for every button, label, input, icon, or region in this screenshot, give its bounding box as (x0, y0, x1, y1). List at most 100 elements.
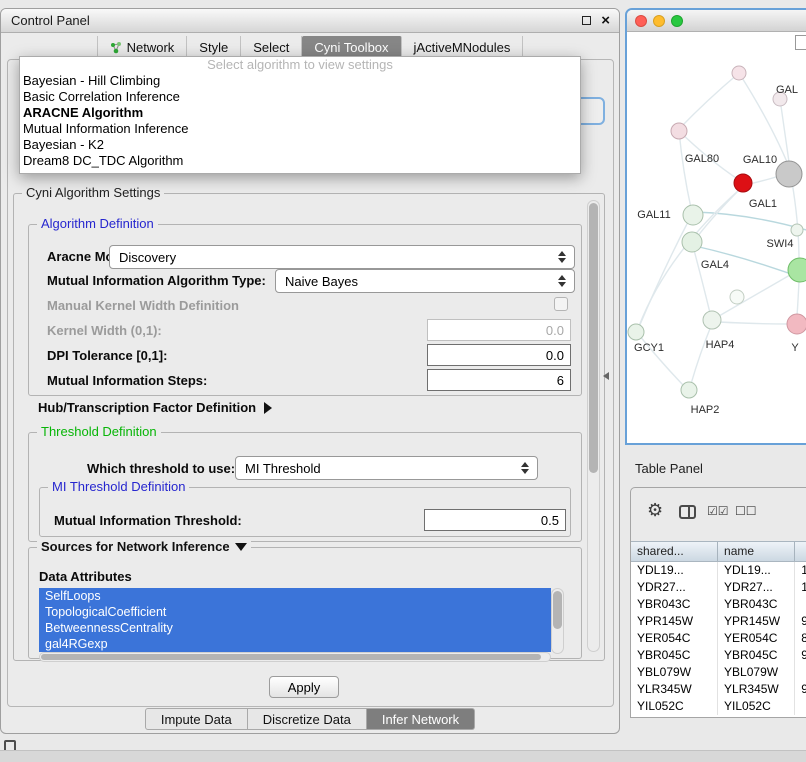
network-node[interactable] (732, 66, 746, 80)
hub-section-header[interactable]: Hub/Transcription Factor Definition (38, 400, 272, 415)
table-cell[interactable]: YLR345W (718, 681, 795, 698)
tab-impute-data[interactable]: Impute Data (145, 708, 248, 730)
attribute-item-selected[interactable]: BetweennessCentrality (39, 620, 551, 636)
float-window-icon[interactable] (582, 16, 591, 25)
settings-scrollbar-thumb[interactable] (589, 203, 598, 473)
table-cell[interactable] (795, 698, 806, 715)
column-header[interactable] (795, 542, 806, 561)
column-header[interactable]: name (718, 542, 795, 561)
panel-collapse-arrow-icon[interactable] (603, 372, 609, 380)
table-cell[interactable]: YBR043C (631, 596, 718, 613)
deselect-all-columns-icon[interactable]: ☐☐ (735, 504, 757, 518)
attribute-item-selected[interactable]: TopologicalCoefficient (39, 604, 551, 620)
table-cell[interactable]: YIL052C (631, 698, 718, 715)
algorithm-definition-title: Algorithm Definition (37, 216, 158, 231)
network-node[interactable] (787, 314, 806, 334)
network-node[interactable] (734, 174, 752, 192)
table-cell[interactable]: YBL079W (631, 664, 718, 681)
dpi-tolerance-field[interactable]: 0.0 (427, 344, 571, 366)
table-cell[interactable]: YBR043C (718, 596, 795, 613)
table-row[interactable]: YDR27... YDR27... 12 (631, 579, 806, 596)
table-row[interactable]: YDL19... YDL19... 13 (631, 562, 806, 579)
dpi-tolerance-value: 0.0 (546, 348, 564, 363)
zoom-traffic-light[interactable] (671, 15, 683, 27)
table-cell[interactable]: 9. (795, 647, 806, 664)
network-node[interactable] (788, 258, 806, 282)
column-layout-icon[interactable] (679, 505, 696, 519)
table-cell[interactable]: 12 (795, 579, 806, 596)
kernel-width-field[interactable]: 0.0 (427, 319, 571, 341)
table-cell[interactable]: YER054C (718, 630, 795, 647)
table-cell[interactable]: YBR045C (718, 647, 795, 664)
apply-button[interactable]: Apply (269, 676, 339, 698)
network-node[interactable] (628, 324, 644, 340)
attributes-vscrollbar-thumb[interactable] (553, 591, 562, 629)
close-traffic-light[interactable] (635, 15, 647, 27)
attributes-vscrollbar[interactable] (551, 588, 564, 654)
table-cell[interactable]: 9. (795, 681, 806, 698)
table-cell[interactable]: 13 (795, 562, 806, 579)
gear-icon[interactable]: ⚙ (647, 500, 663, 521)
table-cell[interactable] (795, 596, 806, 613)
table-cell[interactable]: YBL079W (718, 664, 795, 681)
table-row[interactable]: YLR345W YLR345W 9. (631, 681, 806, 698)
mi-threshold-label: Mutual Information Threshold: (54, 513, 242, 528)
manual-kernel-width-checkbox[interactable] (554, 297, 568, 311)
table-cell[interactable]: YBR045C (631, 647, 718, 664)
table-cell[interactable]: YDL19... (631, 562, 718, 579)
table-cell[interactable]: YLR345W (631, 681, 718, 698)
tab-discretize-data[interactable]: Discretize Data (248, 708, 367, 730)
table-cell[interactable]: YIL052C (718, 698, 795, 715)
network-node[interactable] (730, 290, 744, 304)
which-threshold-combo[interactable]: MI Threshold (235, 456, 538, 480)
network-node[interactable] (683, 205, 703, 225)
minimize-traffic-light[interactable] (653, 15, 665, 27)
hub-section-label: Hub/Transcription Factor Definition (38, 400, 256, 415)
table-row[interactable]: YBL079W YBL079W (631, 664, 806, 681)
table-row[interactable]: YBR043C YBR043C (631, 596, 806, 613)
control-panel-titlebar[interactable]: Control Panel × (1, 9, 619, 33)
table-cell[interactable] (795, 664, 806, 681)
tab-infer-network[interactable]: Infer Network (367, 708, 475, 730)
table-row[interactable]: YPR145W YPR145W 9. (631, 613, 806, 630)
mi-steps-field[interactable]: 6 (427, 369, 571, 391)
network-node[interactable] (776, 161, 802, 187)
attributes-hscrollbar[interactable] (39, 652, 551, 662)
dropdown-item[interactable]: Basic Correlation Inference (20, 89, 580, 105)
table-cell[interactable]: YDL19... (718, 562, 795, 579)
dropdown-item-selected[interactable]: ARACNE Algorithm (20, 105, 580, 121)
column-header[interactable]: shared... (631, 542, 718, 561)
table-cell[interactable]: 8. (795, 630, 806, 647)
tab-label: jActiveMNodules (414, 40, 511, 55)
close-window-icon[interactable]: × (601, 12, 610, 29)
attributes-hscrollbar-thumb[interactable] (41, 654, 541, 660)
network-node[interactable] (681, 382, 697, 398)
table-cell[interactable]: YPR145W (631, 613, 718, 630)
network-window-titlebar[interactable] (627, 10, 806, 32)
aracne-mode-combo[interactable]: Discovery (109, 245, 575, 269)
dropdown-item[interactable]: Dream8 DC_TDC Algorithm (20, 153, 580, 169)
table-cell[interactable]: YDR27... (718, 579, 795, 596)
select-all-columns-icon[interactable]: ☑☑ (707, 504, 729, 518)
network-canvas[interactable]: GAL GAL80 GAL10 GAL1 GAL11 SWI4 GAL4 GCY… (627, 32, 806, 445)
mi-algorithm-type-combo[interactable]: Naive Bayes (275, 269, 575, 293)
table-row[interactable]: YIL052C YIL052C (631, 698, 806, 715)
table-cell[interactable]: 9. (795, 613, 806, 630)
attribute-item-selected[interactable]: SelfLoops (39, 588, 551, 604)
settings-scrollbar[interactable] (587, 200, 600, 652)
sources-header[interactable]: Sources for Network Inference (37, 539, 251, 554)
attribute-item-selected[interactable]: gal4RGexp (39, 636, 551, 652)
network-node[interactable] (791, 224, 803, 236)
table-row[interactable]: YBR045C YBR045C 9. (631, 647, 806, 664)
table-cell[interactable]: YER054C (631, 630, 718, 647)
mi-threshold-field[interactable]: 0.5 (424, 509, 566, 531)
network-node[interactable] (671, 123, 687, 139)
network-node[interactable] (682, 232, 702, 252)
dropdown-item[interactable]: Bayesian - Hill Climbing (20, 73, 580, 89)
table-cell[interactable]: YDR27... (631, 579, 718, 596)
table-cell[interactable]: YPR145W (718, 613, 795, 630)
network-node[interactable] (703, 311, 721, 329)
dropdown-item[interactable]: Mutual Information Inference (20, 121, 580, 137)
table-row[interactable]: YER054C YER054C 8. (631, 630, 806, 647)
dropdown-item[interactable]: Bayesian - K2 (20, 137, 580, 153)
